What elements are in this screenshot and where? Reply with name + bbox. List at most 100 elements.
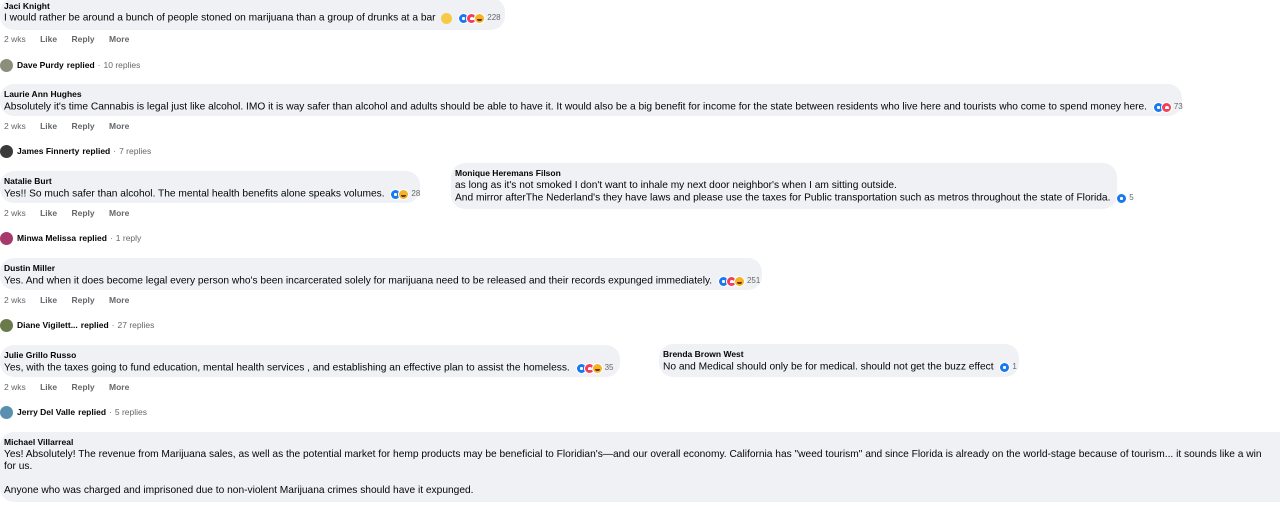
reply-button[interactable]: Reply — [72, 34, 95, 44]
reactions[interactable]: 5 — [1116, 192, 1134, 204]
comment-body: No and Medical should only be for medica… — [663, 361, 994, 373]
view-replies-row[interactable]: Diane Vigilett... replied · 27 replies — [0, 317, 154, 333]
avatar — [0, 405, 13, 419]
comment-bubble: Dustin Miller Yes. And when it does beco… — [0, 258, 762, 290]
reply-count[interactable]: 1 reply — [116, 233, 142, 243]
reply-count[interactable]: 7 replies — [119, 146, 151, 156]
separator: · — [111, 320, 115, 330]
comment-text: Yes, with the taxes going to fund educat… — [4, 362, 614, 375]
replied-label: replied — [79, 233, 107, 243]
reaction-count: 228 — [487, 13, 501, 22]
comment-actions: 2 wks Like Reply More — [4, 34, 141, 44]
comment-author[interactable]: Monique Heremans Filson — [455, 168, 561, 178]
haha-reaction-icon — [398, 188, 410, 200]
haha-reaction-icon — [591, 362, 603, 374]
timestamp[interactable]: 2 wks — [4, 382, 26, 392]
like-button[interactable]: Like — [40, 295, 57, 305]
comment-actions: 2 wks Like Reply More — [4, 121, 141, 131]
reply-count[interactable]: 27 replies — [118, 320, 155, 330]
comment-text: Yes!! So much safer than alcohol. The me… — [4, 188, 420, 201]
separator: · — [97, 60, 101, 70]
more-button[interactable]: More — [109, 382, 129, 392]
reply-button[interactable]: Reply — [72, 208, 95, 218]
like-reaction-icon — [1116, 192, 1128, 204]
timestamp[interactable]: 2 wks — [4, 208, 26, 218]
comment-actions: 2 wks Like Reply More — [4, 295, 141, 305]
comment-body: Yes!! So much safer than alcohol. The me… — [4, 188, 385, 200]
like-button[interactable]: Like — [40, 34, 57, 44]
more-button[interactable]: More — [109, 121, 129, 131]
more-button[interactable]: More — [109, 208, 129, 218]
comment-author[interactable]: Dustin Miller — [4, 263, 55, 273]
separator: · — [109, 233, 113, 243]
reaction-count: 1 — [1012, 362, 1017, 371]
like-button[interactable]: Like — [40, 208, 57, 218]
more-button[interactable]: More — [109, 295, 129, 305]
comment-bubble: Jaci Knight I would rather be around a b… — [0, 0, 505, 30]
view-replies-row[interactable]: James Finnerty replied · 7 replies — [0, 143, 151, 159]
comment-bubble: Monique Heremans Filson as long as it's … — [451, 163, 1134, 209]
comment-text: No and Medical should only be for medica… — [663, 361, 1017, 374]
comment-text: I would rather be around a bunch of peop… — [4, 12, 501, 25]
view-replies-row[interactable]: Jerry Del Valle replied · 5 replies — [0, 404, 147, 420]
reply-button[interactable]: Reply — [72, 382, 95, 392]
replier-name[interactable]: James Finnerty — [17, 146, 79, 156]
comment-bubble: Brenda Brown West No and Medical should … — [659, 344, 1019, 377]
love-reaction-icon — [1160, 101, 1172, 113]
comment-body: Absolutely it's time Cannabis is legal j… — [4, 101, 1148, 113]
separator: · — [113, 146, 117, 156]
replier-name[interactable]: Dave Purdy — [17, 60, 64, 70]
reaction-count: 28 — [411, 189, 421, 198]
avatar — [0, 318, 13, 332]
like-reaction-icon — [999, 361, 1011, 373]
comment-author[interactable]: Julie Grillo Russo — [4, 350, 76, 360]
comment-bubble: Laurie Ann Hughes Absolutely it's time C… — [0, 84, 1183, 116]
haha-reaction-icon — [733, 275, 745, 287]
comment-actions: 2 wks Like Reply More — [4, 208, 141, 218]
like-button[interactable]: Like — [40, 121, 57, 131]
timestamp[interactable]: 2 wks — [4, 34, 26, 44]
comment-bubble: Michael Villarreal Yes! Absolutely! The … — [0, 432, 1280, 502]
reply-button[interactable]: Reply — [72, 295, 95, 305]
replier-name[interactable]: Minwa Melissa — [17, 233, 76, 243]
reactions[interactable]: 251 — [717, 275, 761, 287]
grinning-emoji-icon — [441, 12, 453, 24]
avatar — [0, 231, 13, 245]
reactions[interactable]: 35 — [575, 362, 614, 374]
avatar — [0, 58, 13, 72]
reply-count[interactable]: 5 replies — [115, 407, 147, 417]
reply-button[interactable]: Reply — [72, 121, 95, 131]
comment-author[interactable]: Michael Villarreal — [4, 437, 73, 447]
view-replies-row[interactable]: Dave Purdy replied · 10 replies — [0, 57, 140, 73]
comment-text: Yes. And when it does become legal every… — [4, 275, 760, 288]
reaction-count: 73 — [1173, 102, 1183, 111]
reply-count[interactable]: 10 replies — [104, 60, 141, 70]
replier-name[interactable]: Jerry Del Valle — [17, 407, 75, 417]
reactions[interactable]: 228 — [458, 12, 501, 24]
comment-body: Yes. And when it does become legal every… — [4, 275, 713, 287]
comment-author[interactable]: Brenda Brown West — [663, 349, 744, 359]
comment-text-paragraph2: Anyone who was charged and imprisoned du… — [4, 485, 474, 496]
timestamp[interactable]: 2 wks — [4, 295, 26, 305]
replied-label: replied — [80, 320, 109, 330]
more-button[interactable]: More — [109, 34, 129, 44]
replier-name[interactable]: Diane Vigilett... — [17, 320, 78, 330]
reactions[interactable]: 1 — [999, 361, 1017, 373]
comment-author[interactable]: Natalie Burt — [4, 176, 52, 186]
replied-label: replied — [66, 60, 95, 70]
reactions[interactable]: 73 — [1152, 101, 1183, 113]
comment-body: And mirror afterThe Nederland's they hav… — [455, 192, 1111, 204]
comment-text-paragraph1: Yes! Absolutely! The revenue from Mariju… — [4, 449, 1262, 472]
comment-body: I would rather be around a bunch of peop… — [4, 12, 436, 24]
reaction-count: 251 — [746, 276, 761, 285]
comment-author[interactable]: Laurie Ann Hughes — [4, 89, 82, 99]
comment-text-line1: as long as it's not smoked I don't want … — [455, 180, 897, 191]
haha-reaction-icon — [474, 12, 486, 24]
comment-text: Absolutely it's time Cannabis is legal j… — [4, 101, 1183, 114]
like-button[interactable]: Like — [40, 382, 57, 392]
avatar — [0, 144, 13, 158]
timestamp[interactable]: 2 wks — [4, 121, 26, 131]
comment-author[interactable]: Jaci Knight — [4, 1, 50, 11]
reactions[interactable]: 28 — [390, 188, 420, 200]
view-replies-row[interactable]: Minwa Melissa replied · 1 reply — [0, 230, 141, 246]
